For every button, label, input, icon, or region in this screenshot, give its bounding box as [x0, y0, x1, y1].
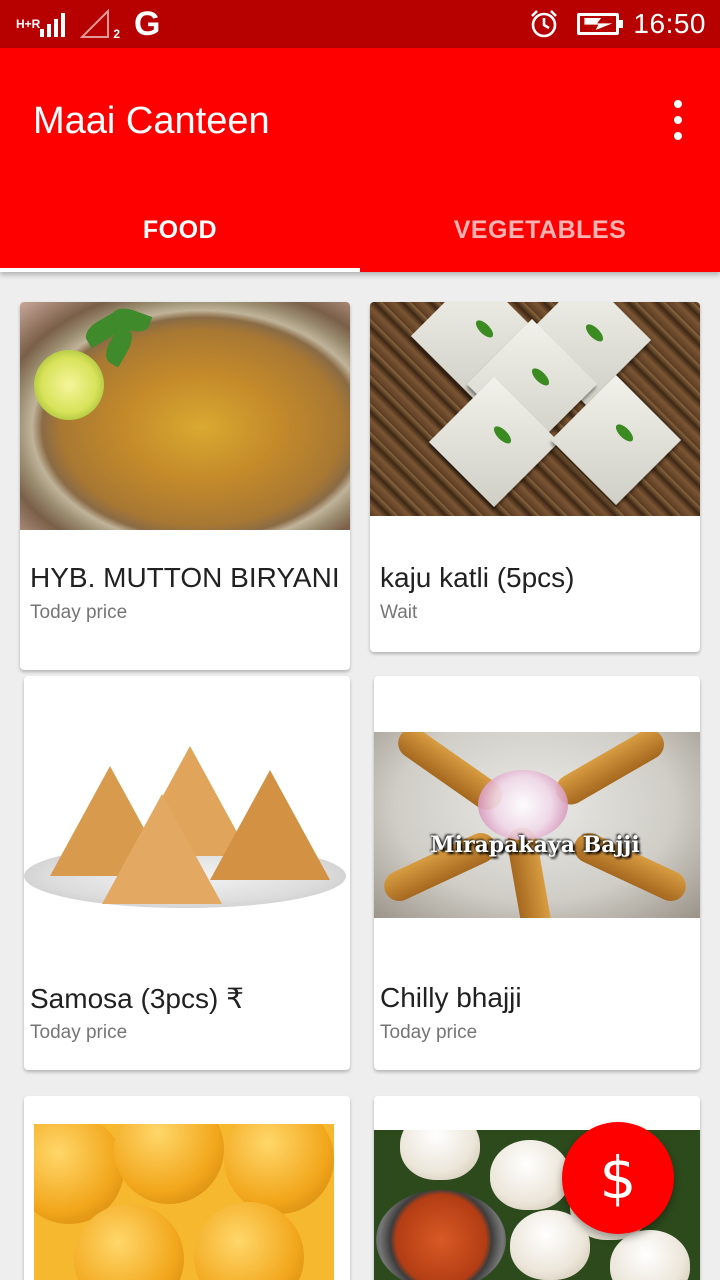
status-bar: H+R 2 G 16:50 — [0, 0, 720, 48]
item-name: kaju katli (5pcs) — [380, 562, 575, 593]
kaju-katli-image — [370, 302, 700, 516]
app-bar: Maai Canteen FOOD VEGETABLES — [0, 48, 720, 272]
food-card-kaju-katli[interactable]: kaju katli (5pcs) Wait — [370, 302, 700, 652]
sim2-signal-icon: 2 — [79, 8, 120, 41]
app-title: Maai Canteen — [33, 100, 270, 142]
tab-indicator — [0, 268, 360, 272]
laddu-image — [34, 1124, 334, 1280]
food-card-chilly-bhajji[interactable]: Mirapakaya Bajji Chilly bhajji Today pri… — [374, 676, 700, 1070]
tab-food[interactable]: FOOD — [0, 188, 360, 272]
image-caption: Mirapakaya Bajji — [430, 832, 640, 858]
alarm-icon — [531, 10, 558, 38]
status-time: 16:50 — [633, 8, 706, 39]
network-type-label: H+R — [16, 17, 41, 31]
item-price: Wait — [380, 602, 418, 623]
item-name: Chilly bhajji — [380, 982, 522, 1013]
item-price: Today price — [30, 602, 128, 623]
dollar-icon: $ — [599, 1144, 637, 1212]
signal-strength-icon — [40, 11, 68, 37]
tab-vegetables[interactable]: VEGETABLES — [360, 188, 720, 272]
more-vert-icon[interactable] — [666, 100, 690, 140]
status-left: H+R 2 G — [16, 6, 160, 42]
biryani-image — [20, 302, 350, 530]
food-card-biryani[interactable]: HYB. MUTTON BIRYANI Today price — [20, 302, 350, 670]
item-price: Today price — [30, 1022, 128, 1043]
status-right: 16:50 — [529, 6, 706, 42]
samosa-image — [24, 726, 350, 926]
sim2-label: 2 — [113, 27, 120, 41]
item-name: HYB. MUTTON BIRYANI — [30, 562, 340, 593]
tab-bar: FOOD VEGETABLES — [0, 188, 720, 272]
food-card-samosa[interactable]: Samosa (3pcs) ₹ Today price — [24, 676, 350, 1070]
food-card-laddu[interactable] — [24, 1096, 350, 1280]
battery-charging-icon — [577, 13, 624, 35]
item-price: Today price — [380, 1022, 478, 1043]
google-icon: G — [134, 5, 161, 43]
dollar-fab-button[interactable]: $ — [562, 1122, 674, 1234]
item-name: Samosa (3pcs) ₹ — [30, 983, 244, 1014]
chilly-bhajji-image: Mirapakaya Bajji — [374, 732, 700, 918]
